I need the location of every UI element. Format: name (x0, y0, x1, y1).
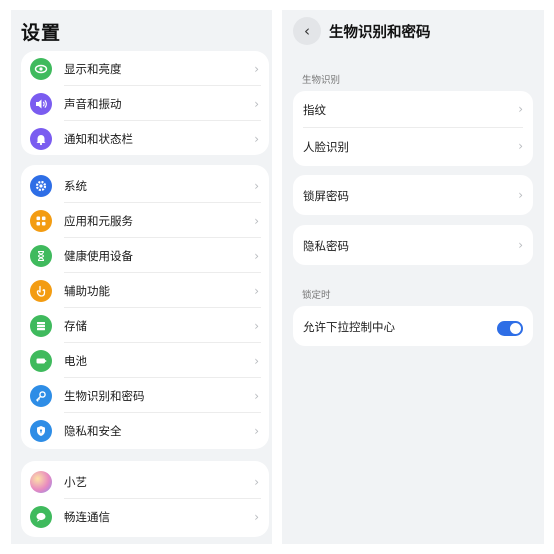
chevron-right-icon: › (254, 96, 259, 111)
settings-group-display: 显示和亮度 › 声音和振动 › 通知和状态栏 › (21, 51, 269, 155)
allow-pull-down-label: 允许下拉控制中心 (303, 320, 395, 334)
settings-item-system[interactable]: 系统 › (21, 168, 269, 203)
hand-icon (30, 279, 52, 302)
biometrics-password-panel: ‹ 生物识别和密码 生物识别 指纹 › 人脸识别 › 锁屏密码 › 隐私密码 ›… (282, 10, 544, 544)
face-recognition-label: 人脸识别 (303, 140, 349, 154)
chevron-right-icon: › (254, 283, 259, 298)
settings-item-xiaoyi[interactable]: 小艺 › (21, 464, 269, 499)
settings-item-display-brightness[interactable]: 显示和亮度 › (21, 51, 269, 86)
settings-item-sound-vibration[interactable]: 声音和振动 › (21, 86, 269, 121)
storage-icon (30, 314, 52, 337)
biometrics-card: 指纹 › 人脸识别 › (293, 91, 533, 166)
chevron-right-icon: › (254, 178, 259, 193)
chevron-right-icon: › (254, 388, 259, 403)
fingerprint-label: 指纹 (303, 103, 326, 117)
section-header-biometrics: 生物识别 (302, 75, 341, 86)
settings-item-battery[interactable]: 电池 › (21, 343, 269, 378)
chat-bubble-icon (30, 505, 52, 528)
settings-item-apps[interactable]: 应用和元服务 › (21, 203, 269, 238)
chevron-right-icon: › (254, 353, 259, 368)
settings-group-services: 小艺 › 畅连通信 › (21, 461, 269, 537)
settings-item-label: 健康使用设备 (64, 248, 133, 263)
section-header-when-locked: 锁定时 (302, 290, 331, 301)
settings-item-label: 电池 (64, 353, 87, 368)
settings-item-storage[interactable]: 存储 › (21, 308, 269, 343)
battery-icon (30, 349, 52, 372)
allow-pull-down-toggle[interactable] (497, 321, 523, 336)
privacy-password-card: 隐私密码 › (293, 225, 533, 265)
settings-item-privacy-security[interactable]: 隐私和安全 › (21, 413, 269, 448)
settings-item-label: 显示和亮度 (64, 61, 122, 76)
lock-password-card: 锁屏密码 › (293, 175, 533, 215)
chevron-right-icon: › (518, 139, 523, 153)
eye-icon (30, 57, 52, 80)
allow-pull-down-control-center-item: 允许下拉控制中心 (293, 308, 533, 345)
settings-panel: 设置 显示和亮度 › 声音和振动 › 通知和状态栏 › 系统 › 应用和元服务 … (11, 10, 272, 544)
chevron-right-icon: › (518, 238, 523, 252)
shield-icon (30, 419, 52, 442)
hourglass-icon (30, 244, 52, 267)
page-title: 设置 (21, 22, 62, 44)
apps-grid-icon (30, 209, 52, 232)
lock-screen-password-label: 锁屏密码 (303, 189, 349, 203)
settings-group-system: 系统 › 应用和元服务 › 健康使用设备 › 辅助功能 › 存储 › 电池 › … (21, 165, 269, 449)
settings-item-label: 声音和振动 (64, 96, 122, 111)
toggle-knob (510, 323, 521, 334)
chevron-right-icon: › (254, 423, 259, 438)
chevron-right-icon: › (518, 188, 523, 202)
back-button[interactable]: ‹ (293, 17, 321, 45)
settings-item-label: 系统 (64, 178, 87, 193)
screen: 设置 显示和亮度 › 声音和振动 › 通知和状态栏 › 系统 › 应用和元服务 … (0, 0, 554, 554)
settings-item-biometrics-password[interactable]: 生物识别和密码 › (21, 378, 269, 413)
bell-icon (30, 127, 52, 150)
settings-item-label: 畅连通信 (64, 509, 110, 524)
assistant-orb-icon (30, 470, 52, 493)
chevron-right-icon: › (254, 61, 259, 76)
settings-item-label: 生物识别和密码 (64, 388, 145, 403)
settings-item-label: 存储 (64, 318, 87, 333)
settings-item-label: 辅助功能 (64, 283, 110, 298)
chevron-right-icon: › (518, 102, 523, 116)
chevron-right-icon: › (254, 248, 259, 263)
chevron-right-icon: › (254, 318, 259, 333)
settings-item-digital-balance[interactable]: 健康使用设备 › (21, 238, 269, 273)
lock-screen-password-item[interactable]: 锁屏密码 › (293, 177, 533, 214)
gear-icon (30, 174, 52, 197)
key-icon (30, 384, 52, 407)
settings-item-notifications[interactable]: 通知和状态栏 › (21, 121, 269, 156)
chevron-left-icon: ‹ (304, 22, 310, 40)
privacy-password-item[interactable]: 隐私密码 › (293, 227, 533, 264)
settings-item-label: 隐私和安全 (64, 423, 122, 438)
settings-item-label: 小艺 (64, 474, 87, 489)
page-title: 生物识别和密码 (329, 25, 431, 41)
settings-item-accessibility[interactable]: 辅助功能 › (21, 273, 269, 308)
privacy-password-label: 隐私密码 (303, 239, 349, 253)
when-locked-card: 允许下拉控制中心 (293, 306, 533, 346)
face-recognition-item[interactable]: 人脸识别 › (293, 128, 533, 165)
settings-item-label: 应用和元服务 (64, 213, 133, 228)
chevron-right-icon: › (254, 131, 259, 146)
speaker-icon (30, 92, 52, 115)
settings-item-label: 通知和状态栏 (64, 131, 133, 146)
chevron-right-icon: › (254, 213, 259, 228)
fingerprint-item[interactable]: 指纹 › (293, 91, 533, 128)
settings-item-meetime[interactable]: 畅连通信 › (21, 499, 269, 534)
chevron-right-icon: › (254, 474, 259, 489)
chevron-right-icon: › (254, 509, 259, 524)
